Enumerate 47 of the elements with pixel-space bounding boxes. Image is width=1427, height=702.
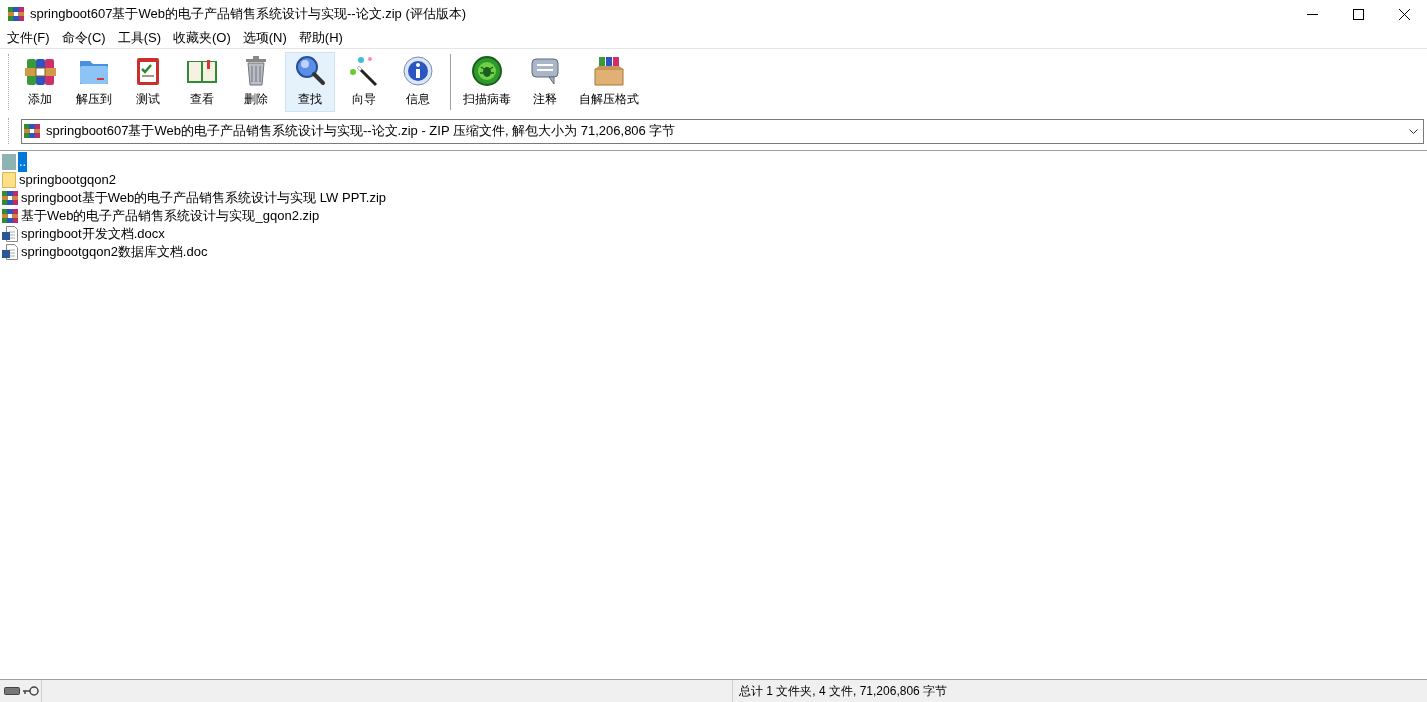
dropdown-icon (1409, 128, 1418, 134)
drive-icon (4, 687, 20, 695)
menu-item[interactable]: 文件(F) (1, 28, 56, 48)
toolbar-button[interactable]: 向导 (339, 51, 389, 112)
search-icon (294, 55, 326, 87)
toolbar-button[interactable]: 测试 (123, 51, 173, 112)
box-icon (593, 55, 625, 87)
archive-icon (24, 123, 40, 139)
menu-item[interactable]: 收藏夹(O) (167, 28, 237, 48)
toolbar-button[interactable]: 删除 (231, 51, 281, 112)
toolbar-button[interactable]: 查找 (285, 51, 335, 112)
window-title: springboot607基于Web的电子产品销售系统设计与实现--论文.zip (评估版本) (30, 5, 467, 24)
bug-icon (471, 55, 503, 87)
archive-icon (2, 190, 18, 206)
toolbar-button[interactable]: 查看 (177, 51, 227, 112)
speech-bubble-icon (529, 55, 561, 87)
toolbar-button[interactable]: 扫描病毒 (458, 51, 516, 112)
menu-item[interactable]: 工具(S) (111, 28, 167, 48)
toolbar-button[interactable]: 自解压格式 (574, 51, 644, 112)
file-name[interactable]: springboot开发文档.docx (20, 224, 166, 244)
toolbar-button[interactable]: 信息 (393, 51, 443, 112)
up-folder-icon (2, 154, 16, 170)
magic-wand-icon (348, 55, 380, 87)
app-icon (8, 6, 24, 22)
file-name[interactable]: springbootgqon2数据库文档.doc (20, 242, 209, 262)
status-text: 总计 1 文件夹, 4 文件, 71,206,806 字节 (739, 683, 948, 700)
key-icon (23, 686, 39, 696)
menu-item[interactable]: 命令(C) (55, 28, 112, 48)
document-icon (2, 244, 18, 260)
toolbar-button[interactable]: 添加 (15, 51, 65, 112)
close-icon (1398, 8, 1410, 20)
minimize-icon (1306, 13, 1318, 15)
folder-icon (2, 172, 16, 188)
file-name[interactable]: 基于Web的电子产品销售系统设计与实现_gqon2.zip (20, 206, 321, 226)
menu-item[interactable]: 选项(N) (236, 28, 293, 48)
file-name[interactable]: springboot基于Web的电子产品销售系统设计与实现 LW PPT.zip (20, 188, 388, 208)
path-field[interactable]: springboot607基于Web的电子产品销售系统设计与实现--论文.zip - ZIP 压缩文件, 解包大小为 71,206,806 字节 (21, 118, 1424, 144)
toolbar-button[interactable]: 注释 (520, 51, 570, 112)
archive-icon (2, 208, 18, 224)
path-text: springboot607基于Web的电子产品销售系统设计与实现--论文.zip - ZIP 压缩文件, 解包大小为 71,206,806 字节 (46, 122, 676, 141)
file-name[interactable]: .. (18, 152, 28, 172)
maximize-icon (1352, 8, 1364, 20)
menu-item[interactable]: 帮助(H) (292, 28, 349, 48)
info-icon (402, 55, 434, 87)
file-name[interactable]: springbootgqon2 (18, 170, 117, 190)
toolbar-button[interactable]: 解压到 (69, 51, 119, 112)
document-icon (2, 226, 18, 242)
